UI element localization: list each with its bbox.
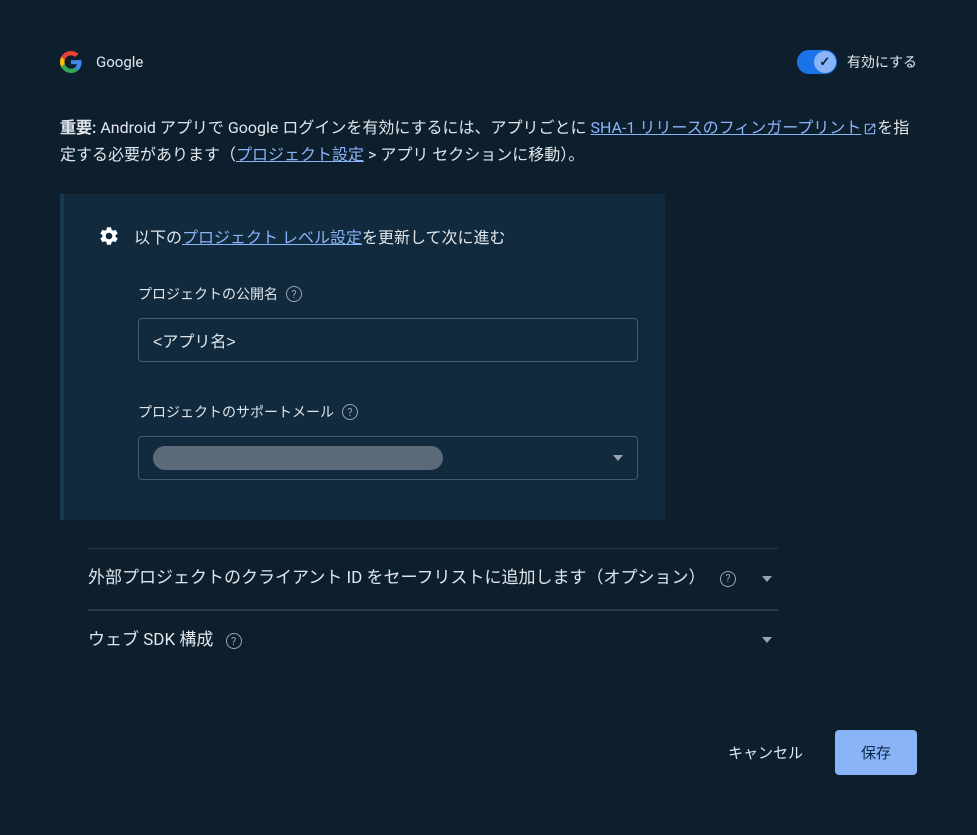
safelist-accordion[interactable]: 外部プロジェクトのクライアント ID をセーフリストに追加します（オプション） … bbox=[88, 548, 778, 609]
toggle-knob: ✓ bbox=[814, 51, 836, 73]
accordion-controls bbox=[756, 631, 778, 649]
dialog-actions: キャンセル 保存 bbox=[60, 730, 917, 775]
chevron-down-icon bbox=[762, 576, 772, 582]
info-text-3: > アプリ セクションに移動）。 bbox=[364, 145, 584, 164]
public-name-input[interactable] bbox=[138, 318, 638, 362]
provider-name: Google bbox=[96, 53, 143, 71]
card-header-text: 以下のプロジェクト レベル設定を更新して次に進む bbox=[134, 224, 506, 248]
enable-toggle-label: 有効にする bbox=[847, 52, 917, 72]
info-text-1: Android アプリで Google ログインを有効にするには、アプリごとに bbox=[96, 118, 590, 137]
support-email-select[interactable] bbox=[138, 436, 638, 480]
public-name-label: プロジェクトの公開名 ? bbox=[138, 284, 631, 304]
cancel-button[interactable]: キャンセル bbox=[724, 732, 807, 773]
project-settings-link[interactable]: プロジェクト設定 bbox=[236, 145, 364, 164]
gear-icon bbox=[98, 225, 120, 247]
help-icon[interactable]: ? bbox=[342, 404, 358, 420]
project-settings-card: 以下のプロジェクト レベル設定を更新して次に進む プロジェクトの公開名 ? プロ… bbox=[60, 194, 665, 520]
info-prefix: 重要: bbox=[60, 118, 96, 137]
chevron-down-icon bbox=[613, 455, 623, 461]
help-icon[interactable]: ? bbox=[226, 633, 242, 649]
check-icon: ✓ bbox=[819, 55, 830, 70]
external-link-icon bbox=[863, 122, 877, 136]
accordion-controls: ? bbox=[720, 570, 778, 588]
enable-toggle-wrap: ✓ 有効にする bbox=[797, 50, 917, 74]
expand-button[interactable] bbox=[756, 631, 778, 649]
info-paragraph: 重要: Android アプリで Google ログインを有効にするには、アプリ… bbox=[60, 114, 917, 168]
help-icon[interactable]: ? bbox=[720, 571, 736, 587]
project-level-settings-link[interactable]: プロジェクト レベル設定 bbox=[182, 228, 362, 247]
select-value-placeholder bbox=[153, 446, 443, 470]
google-logo-icon bbox=[60, 51, 82, 73]
websdk-accordion[interactable]: ウェブ SDK 構成 ? bbox=[88, 610, 778, 670]
save-button[interactable]: 保存 bbox=[835, 730, 917, 775]
enable-toggle[interactable]: ✓ bbox=[797, 50, 837, 74]
safelist-title: 外部プロジェクトのクライアント ID をセーフリストに追加します（オプション） bbox=[88, 565, 706, 592]
sha1-fingerprint-link[interactable]: SHA-1 リリースのフィンガープリント bbox=[591, 118, 878, 137]
support-email-label: プロジェクトのサポートメール ? bbox=[138, 402, 631, 422]
dialog-header: Google ✓ 有効にする bbox=[60, 50, 917, 74]
expand-button[interactable] bbox=[756, 570, 778, 588]
chevron-down-icon bbox=[762, 637, 772, 643]
provider-identity: Google bbox=[60, 51, 143, 73]
websdk-title: ウェブ SDK 構成 ? bbox=[88, 627, 242, 654]
support-email-group: プロジェクトのサポートメール ? bbox=[138, 402, 631, 480]
help-icon[interactable]: ? bbox=[286, 286, 302, 302]
public-name-group: プロジェクトの公開名 ? bbox=[138, 284, 631, 362]
card-header: 以下のプロジェクト レベル設定を更新して次に進む bbox=[98, 224, 631, 248]
